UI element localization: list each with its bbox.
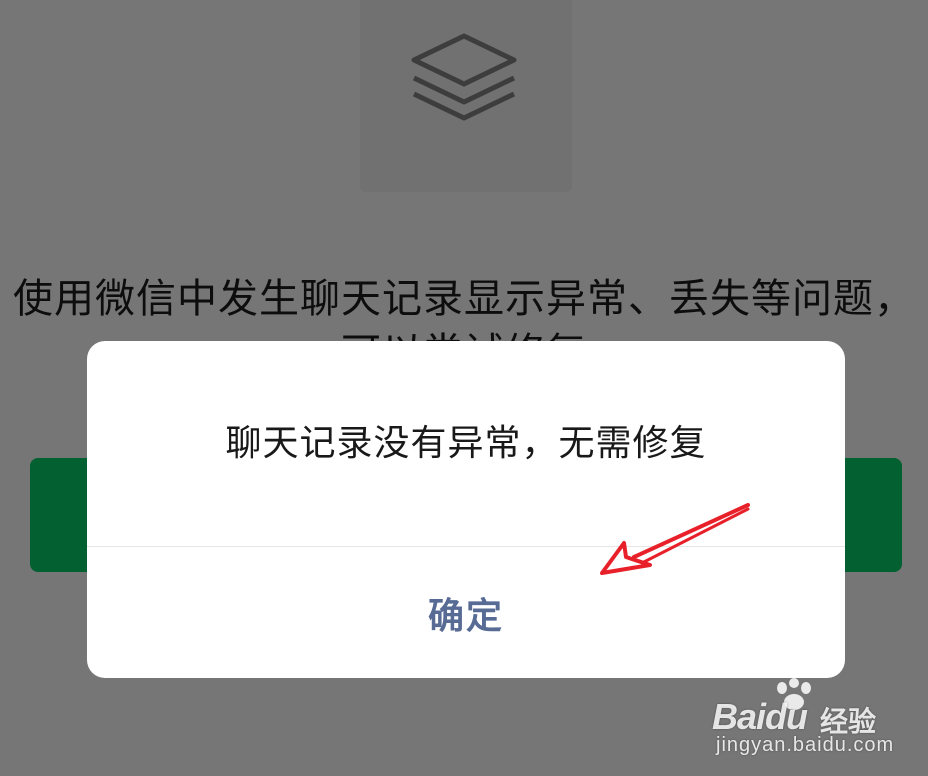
screen: 使用微信中发生聊天记录显示异常、丢失等问题，可以尝试修复 聊天记录没有异常，无需… <box>0 0 928 776</box>
watermark-brand-bai: Bai <box>712 696 766 737</box>
annotation-arrow-icon <box>600 503 750 575</box>
watermark-brand: Baidu <box>712 696 808 738</box>
watermark-brand-du: du <box>765 696 808 737</box>
dialog-message: 聊天记录没有异常，无需修复 <box>225 423 707 464</box>
watermark-url: jingyan.baidu.com <box>716 734 895 756</box>
baidu-watermark: Baidu 经验 jingyan.baidu.com <box>700 676 920 768</box>
